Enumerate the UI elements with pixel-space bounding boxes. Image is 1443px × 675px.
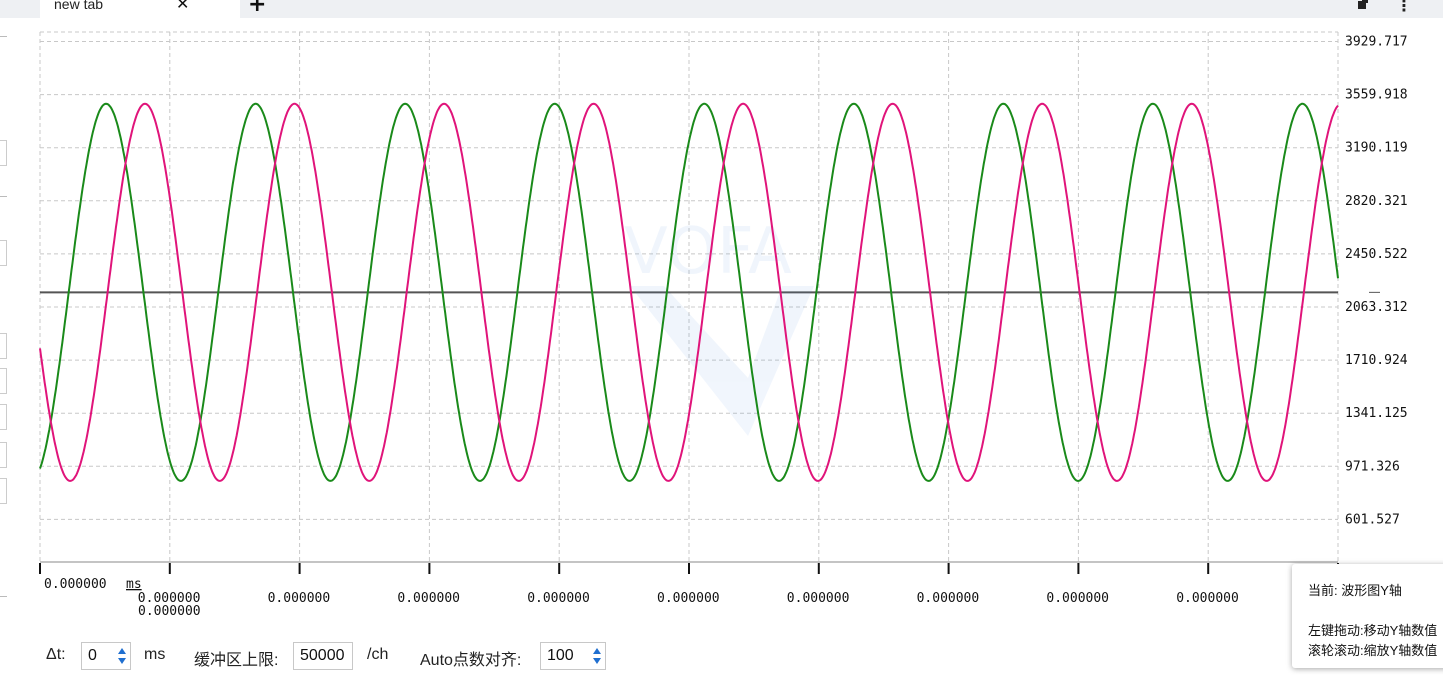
y-tick-label: 2820.321 (1345, 194, 1408, 209)
tooltip-scroll-hint: 滚轮滚动:缩放Y轴数值 (1308, 643, 1438, 658)
x-tick-label: 0.000000 (527, 591, 590, 606)
auto-align-value: 100 (547, 647, 574, 664)
plus-icon[interactable]: + (248, 0, 266, 17)
spin-arrows-icon[interactable] (592, 645, 602, 667)
x-unit-label: ms (126, 577, 142, 592)
y-tick-label: 3190.119 (1345, 141, 1408, 156)
y-tick-label: 2063.312 (1345, 300, 1408, 315)
x-tick-label: 0.000000 (44, 577, 107, 592)
spin-arrows-icon[interactable] (117, 645, 127, 667)
y-tick-label: 1341.125 (1345, 406, 1408, 421)
x-tick-label: 0.000000 (917, 591, 980, 606)
x-tick-label: 0.000000 (657, 591, 720, 606)
x-tick-label: 0.000000 (1176, 591, 1239, 606)
x-tick-label: 0.000000 (397, 591, 460, 606)
buffer-value: 50000 (300, 647, 345, 664)
dt-spinbox[interactable]: 0 (81, 642, 131, 670)
x-tick-label: 0.000000 (268, 591, 331, 606)
tooltip-drag-hint: 左键拖动:移动Y轴数值 (1308, 623, 1438, 638)
auto-align-label: Auto点数对齐: (420, 652, 522, 669)
waveform-chart[interactable]: VOFA 3929.7173559.9183190.1192820.321245… (24, 18, 1443, 634)
menu-icon[interactable]: ⋮ (1396, 0, 1412, 15)
x-tick-label: 0.000000 (1046, 591, 1109, 606)
y-tick-label: 1710.924 (1345, 353, 1408, 368)
y-tick-label: 3559.918 (1345, 88, 1408, 103)
y-tick-label: 2450.522 (1345, 247, 1408, 262)
dt-unit: ms (144, 646, 166, 663)
dt-label: Δt: (46, 646, 66, 663)
axis-tooltip: 当前: 波形图Y轴 左键拖动:移动Y轴数值 滚轮滚动:缩放Y轴数值 (1292, 564, 1443, 668)
y-tick-label: 601.527 (1345, 512, 1400, 527)
y-tick-label: 3929.717 (1345, 35, 1408, 50)
buffer-input[interactable]: 50000 (293, 642, 353, 670)
tooltip-current: 当前: 波形图Y轴 (1308, 583, 1402, 598)
auto-align-spinbox[interactable]: 100 (540, 642, 606, 670)
x-offset-label: 0.000000 (138, 604, 201, 619)
extension-icon[interactable] (1357, 0, 1369, 10)
tab-title: new tab (54, 0, 104, 12)
buffer-label: 缓冲区上限: (194, 652, 279, 669)
dt-value: 0 (88, 647, 97, 664)
close-icon[interactable]: ✕ (176, 0, 189, 13)
y-tick-label: 971.326 (1345, 459, 1400, 474)
left-panel-edge (0, 18, 24, 675)
buffer-unit: /ch (367, 646, 389, 663)
x-tick-label: 0.000000 (787, 591, 850, 606)
